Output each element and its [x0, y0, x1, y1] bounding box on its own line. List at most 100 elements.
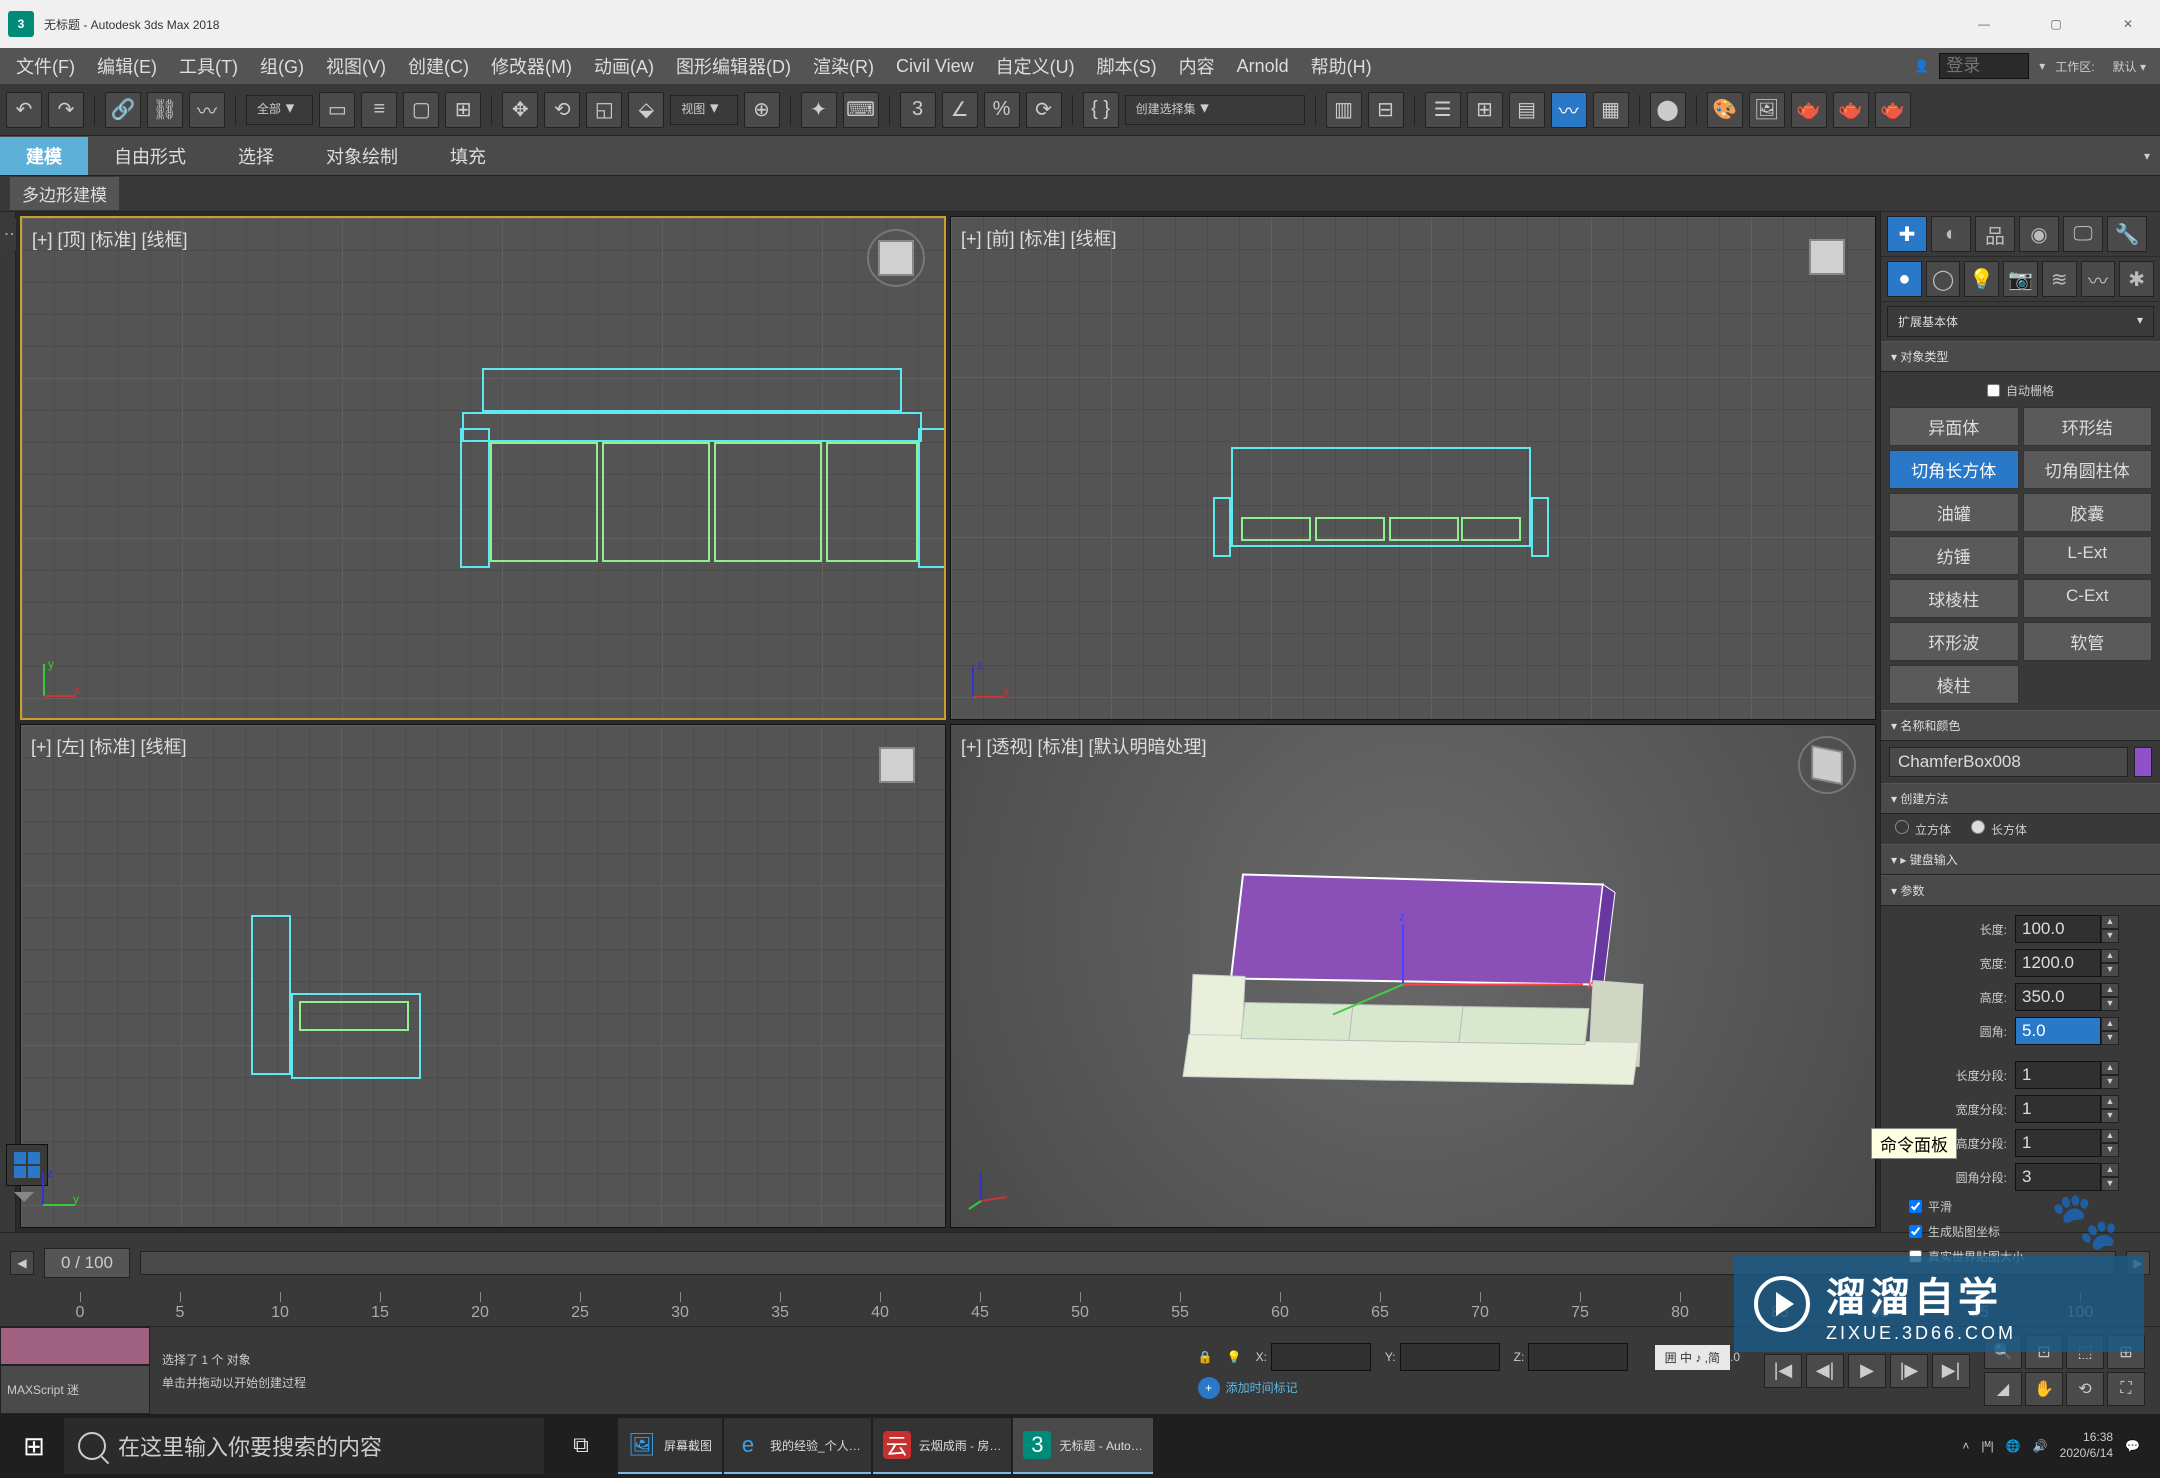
spinner-snap-button[interactable]: ⟳	[1026, 92, 1062, 128]
user-icon[interactable]: 👤	[1914, 59, 1929, 73]
ime-toolbar[interactable]: 囲 中 ♪ ,简	[1655, 1345, 1730, 1370]
systems-icon[interactable]: ✱	[2119, 261, 2154, 297]
menu-tools[interactable]: 工具(T)	[169, 49, 248, 83]
redo-button[interactable]: ↷	[48, 92, 84, 128]
vp-top-label[interactable]: [+] [顶] [标准] [线框]	[32, 226, 188, 252]
hierarchy-tab-icon[interactable]: 品	[1975, 216, 2015, 252]
search-box[interactable]: 在这里输入你要搜索的内容	[64, 1418, 544, 1474]
viewcube-front[interactable]	[1797, 227, 1857, 287]
undo-button[interactable]: ↶	[6, 92, 42, 128]
menu-group[interactable]: 组(G)	[250, 49, 314, 83]
close-button[interactable]: ✕	[2104, 17, 2152, 31]
length-input[interactable]	[2015, 915, 2101, 943]
height-input[interactable]	[2015, 983, 2101, 1011]
autokey-button[interactable]	[0, 1327, 150, 1365]
select-region-button[interactable]: ▢	[403, 92, 439, 128]
goto-start-button[interactable]: |◀	[1764, 1354, 1802, 1388]
obj-torusknot[interactable]: 环形结	[2023, 407, 2153, 446]
ribbon-tab-freeform[interactable]: 自由形式	[88, 137, 212, 175]
obj-prism[interactable]: 棱柱	[1889, 665, 2019, 704]
rotate-button[interactable]: ⟲	[544, 92, 580, 128]
selection-filter[interactable]: 全部 ▾	[246, 95, 313, 125]
maxscript-listener[interactable]: MAXScript 迷	[0, 1365, 150, 1415]
menu-graph[interactable]: 图形编辑器(D)	[666, 49, 801, 83]
render-frame-button[interactable]: 🖼	[1749, 92, 1785, 128]
wseg-input[interactable]	[2015, 1095, 2101, 1123]
geometry-icon[interactable]: ●	[1887, 261, 1922, 297]
genmap-checkbox[interactable]	[1909, 1225, 1922, 1238]
autogrid-checkbox[interactable]	[1987, 384, 2000, 397]
align-button[interactable]: ⊟	[1368, 92, 1404, 128]
menu-modifier[interactable]: 修改器(M)	[481, 49, 582, 83]
window-cross-button[interactable]: ⊞	[445, 92, 481, 128]
obj-ringwave[interactable]: 环形波	[1889, 622, 2019, 661]
viewport-front[interactable]: [+] [前] [标准] [线框] zx	[950, 216, 1876, 720]
menu-custom[interactable]: 自定义(U)	[986, 49, 1085, 83]
task-edge[interactable]: e我的经验_个人…	[724, 1418, 871, 1474]
scene-explorer-gutter[interactable]: ⋮	[0, 212, 16, 1232]
menu-anim[interactable]: 动画(A)	[584, 49, 664, 83]
obj-hose[interactable]: 软管	[2023, 622, 2153, 661]
tray-up-icon[interactable]: ˄	[1962, 1439, 1969, 1453]
width-input[interactable]	[2015, 949, 2101, 977]
bind-button[interactable]: 〰	[189, 92, 225, 128]
utilities-tab-icon[interactable]: 🔧	[2107, 216, 2147, 252]
menu-file[interactable]: 文件(F)	[6, 49, 85, 83]
obj-oiltank[interactable]: 油罐	[1889, 493, 2019, 532]
coord-z-input[interactable]	[1528, 1343, 1628, 1371]
menu-render[interactable]: 渲染(R)	[803, 49, 884, 83]
menu-help[interactable]: 帮助(H)	[1301, 49, 1382, 83]
rollout-keyboard[interactable]: ▸ 键盘输入	[1881, 844, 2160, 875]
menu-script[interactable]: 脚本(S)	[1087, 49, 1167, 83]
obj-spindle[interactable]: 纺锤	[1889, 536, 2019, 575]
radio-box[interactable]: 长方体	[1971, 820, 2027, 838]
rollout-object-type[interactable]: 对象类型	[1881, 341, 2160, 372]
tray-clock[interactable]: 16:38 2020/6/14	[2060, 1430, 2113, 1461]
task-view-button[interactable]: ⧉	[546, 1418, 616, 1474]
menu-edit[interactable]: 编辑(E)	[87, 49, 167, 83]
mirror-button[interactable]: ▥	[1326, 92, 1362, 128]
obj-chamferbox[interactable]: 切角长方体	[1889, 450, 2019, 489]
object-name-input[interactable]	[1889, 747, 2128, 777]
shapes-icon[interactable]: ◯	[1926, 261, 1961, 297]
keyboard-button[interactable]: ⌨	[843, 92, 879, 128]
schematic-button[interactable]: ▦	[1593, 92, 1629, 128]
poly-tab-label[interactable]: 多边形建模	[10, 177, 119, 210]
color-swatch[interactable]	[2134, 747, 2152, 777]
pan-button[interactable]: ✋	[2025, 1372, 2063, 1406]
vp-left-label[interactable]: [+] [左] [标准] [线框]	[31, 733, 187, 759]
material-button[interactable]: ⬤	[1650, 92, 1686, 128]
goto-end-button[interactable]: ▶|	[1932, 1354, 1970, 1388]
viewport-top[interactable]: [+] [顶] [标准] [线框] yx	[20, 216, 946, 720]
fov-button[interactable]: ◢	[1984, 1372, 2022, 1406]
ribbon-tab-select[interactable]: 选择	[212, 137, 300, 175]
teapot1-button[interactable]: 🫖	[1791, 92, 1827, 128]
lseg-input[interactable]	[2015, 1061, 2101, 1089]
vp-persp-label[interactable]: [+] [透视] [标准] [默认明暗处理]	[961, 733, 1207, 759]
minimize-button[interactable]: —	[1960, 17, 2008, 31]
tray-notif-icon[interactable]: 💬	[2125, 1439, 2140, 1453]
viewcube-top[interactable]	[866, 228, 926, 288]
render-setup-button[interactable]: 🎨	[1707, 92, 1743, 128]
motion-tab-icon[interactable]: ◉	[2019, 216, 2059, 252]
select-name-button[interactable]: ≡	[361, 92, 397, 128]
viewcube-left[interactable]	[867, 735, 927, 795]
coord-y-input[interactable]	[1400, 1343, 1500, 1371]
rollout-params[interactable]: 参数	[1881, 875, 2160, 906]
tl-prev[interactable]: ◀	[10, 1251, 34, 1275]
teapot3-button[interactable]: 🫖	[1875, 92, 1911, 128]
rollout-name-color[interactable]: 名称和颜色	[1881, 710, 2160, 741]
lock-icon[interactable]: 🔒	[1198, 1350, 1213, 1364]
display-tab-icon[interactable]: 🖵	[2063, 216, 2103, 252]
start-button[interactable]: ⊞	[6, 1418, 62, 1474]
ribbon-tab-populate[interactable]: 填充	[424, 137, 512, 175]
obj-cext[interactable]: C-Ext	[2023, 579, 2153, 618]
link-button[interactable]: 🔗	[105, 92, 141, 128]
helpers-icon[interactable]: ≋	[2042, 261, 2077, 297]
scale-button[interactable]: ◱	[586, 92, 622, 128]
unlink-button[interactable]: ⛓	[147, 92, 183, 128]
category-dropdown[interactable]: 扩展基本体▾	[1887, 306, 2154, 337]
task-screenshot[interactable]: 🖼屏幕截图	[618, 1418, 722, 1474]
ribbon-tab-paint[interactable]: 对象绘制	[300, 137, 424, 175]
ribbon-expand-icon[interactable]: ▾	[2144, 149, 2160, 163]
